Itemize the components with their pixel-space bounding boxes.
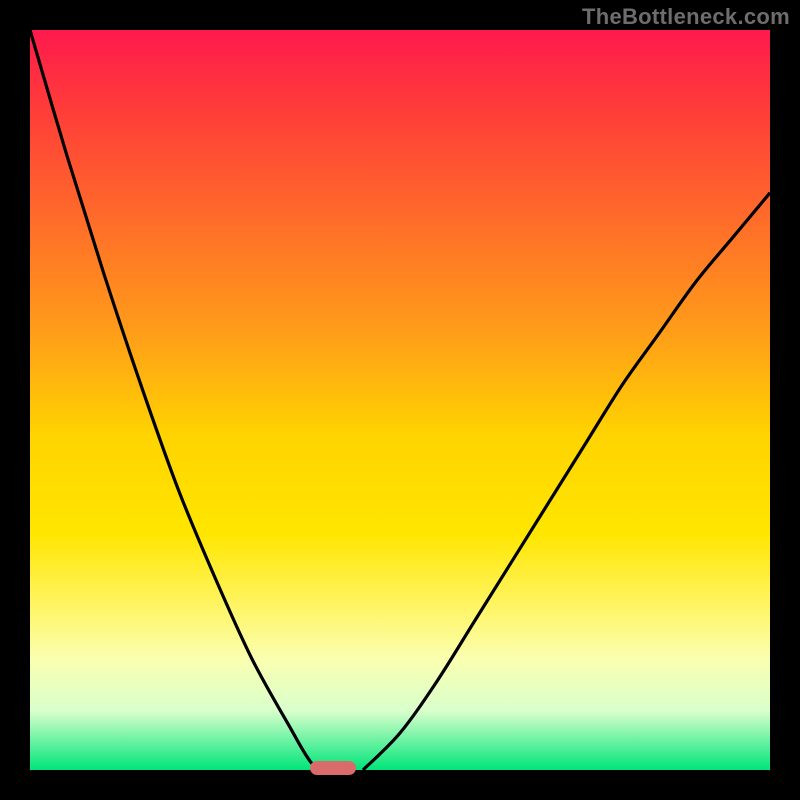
- right-curve: [363, 193, 770, 770]
- bottleneck-marker: [310, 761, 356, 775]
- chart-frame: TheBottleneck.com: [0, 0, 800, 800]
- plot-area: [30, 30, 770, 770]
- left-curve: [30, 30, 326, 770]
- watermark-text: TheBottleneck.com: [582, 4, 790, 30]
- curve-layer: [30, 30, 770, 770]
